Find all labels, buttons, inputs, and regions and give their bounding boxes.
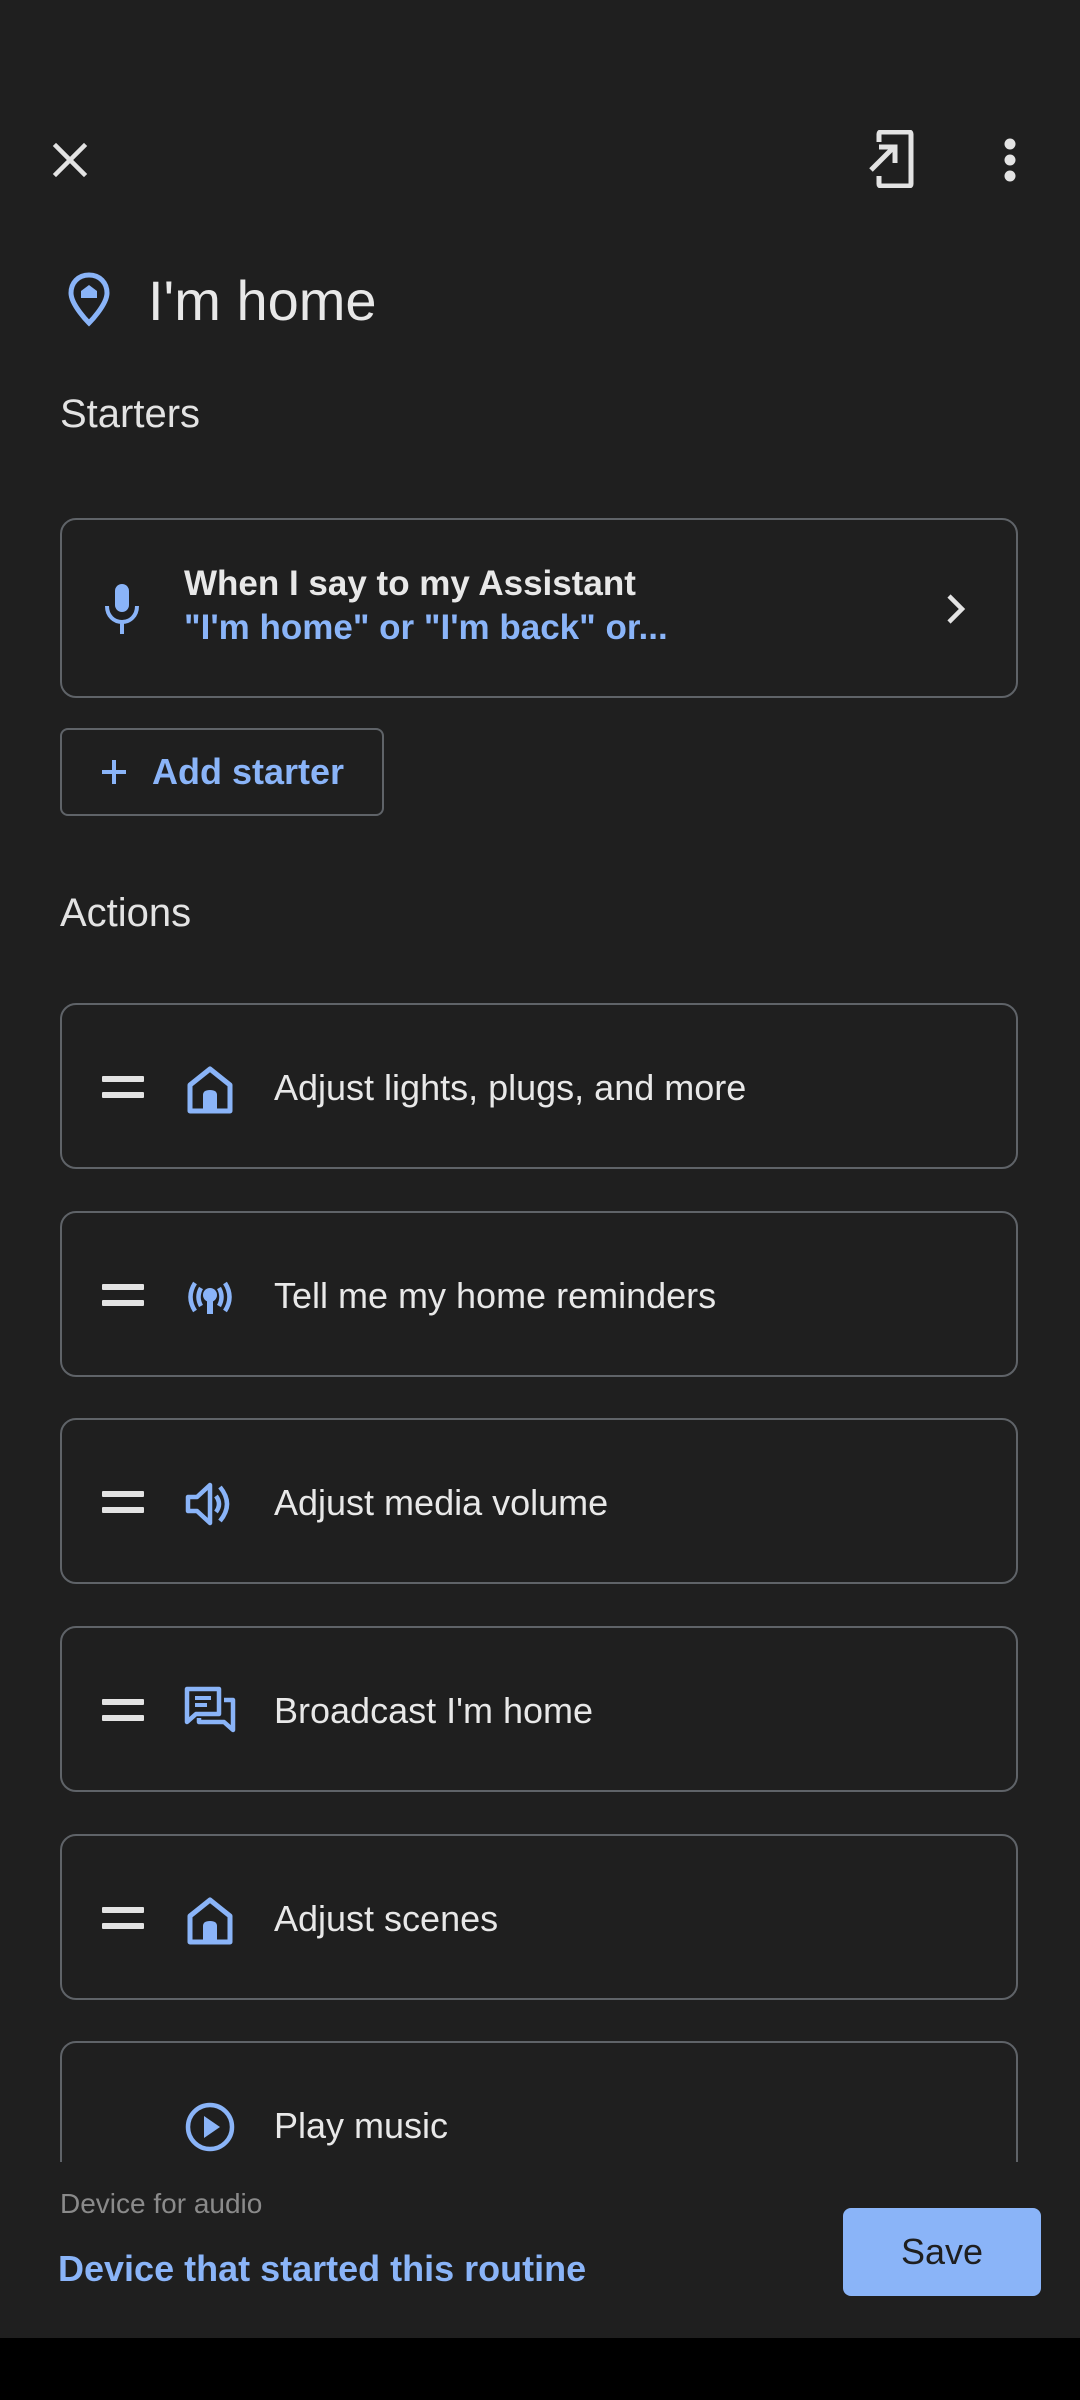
drag-handle-icon[interactable] [102, 1284, 144, 1306]
drag-handle-icon[interactable] [102, 1076, 144, 1098]
action-label: Tell me my home reminders [274, 1275, 717, 1316]
action-label: Play music [274, 2105, 449, 2146]
location-pin-icon [68, 272, 110, 327]
action-label: Adjust lights, plugs, and more [274, 1067, 747, 1108]
broadcast-reminder-icon [188, 1281, 232, 1314]
starter-phrases: "I'm home" or "I'm back" or... [184, 608, 668, 647]
broadcast-chat-icon [184, 1686, 236, 1733]
add-to-home-screen-icon [869, 130, 914, 188]
actions-heading: Actions [60, 891, 192, 935]
starter-card[interactable]: When I say to my Assistant "I'm home" or… [60, 518, 1018, 698]
bottom-bar: Device for audio Device that started thi… [0, 2162, 1080, 2338]
add-starter-label: Add starter [152, 751, 345, 792]
action-label: Adjust media volume [274, 1482, 609, 1523]
add-to-home-screen-button[interactable] [860, 126, 922, 192]
drag-handle-icon[interactable] [102, 1699, 144, 1721]
close-icon [52, 142, 88, 178]
action-card[interactable]: Adjust media volume [60, 1418, 1018, 1584]
action-card[interactable]: Adjust scenes [60, 1834, 1018, 2000]
close-button[interactable] [40, 130, 100, 190]
page-title: I'm home [148, 268, 377, 332]
volume-icon [185, 1482, 230, 1526]
microphone-icon [105, 584, 139, 634]
drag-handle-icon[interactable] [102, 1491, 144, 1513]
more-vert-icon [1004, 138, 1016, 182]
system-navigation-bar [0, 2338, 1080, 2400]
starter-title: When I say to my Assistant [184, 564, 636, 603]
save-button[interactable]: Save [843, 2208, 1041, 2296]
routine-title-row: I'm home [60, 260, 377, 340]
home-icon [187, 1066, 233, 1114]
home-icon [187, 1897, 233, 1945]
device-for-audio-label: Device for audio [60, 2188, 263, 2219]
device-for-audio-link[interactable]: Device that started this routine [58, 2248, 586, 2290]
drag-handle-icon[interactable] [102, 1907, 144, 1929]
action-label: Adjust scenes [274, 1898, 499, 1939]
action-label: Broadcast I'm home [274, 1690, 594, 1731]
action-card[interactable]: Broadcast I'm home [60, 1626, 1018, 1792]
chevron-right-icon [947, 594, 966, 624]
action-card[interactable]: Adjust lights, plugs, and more [60, 1003, 1018, 1169]
add-starter-button[interactable]: Add starter [60, 728, 384, 816]
more-options-button[interactable] [990, 130, 1030, 190]
starters-heading: Starters [60, 392, 201, 436]
plus-icon [102, 760, 126, 784]
play-circle-icon [185, 2102, 235, 2152]
action-card[interactable]: Tell me my home reminders [60, 1211, 1018, 1377]
